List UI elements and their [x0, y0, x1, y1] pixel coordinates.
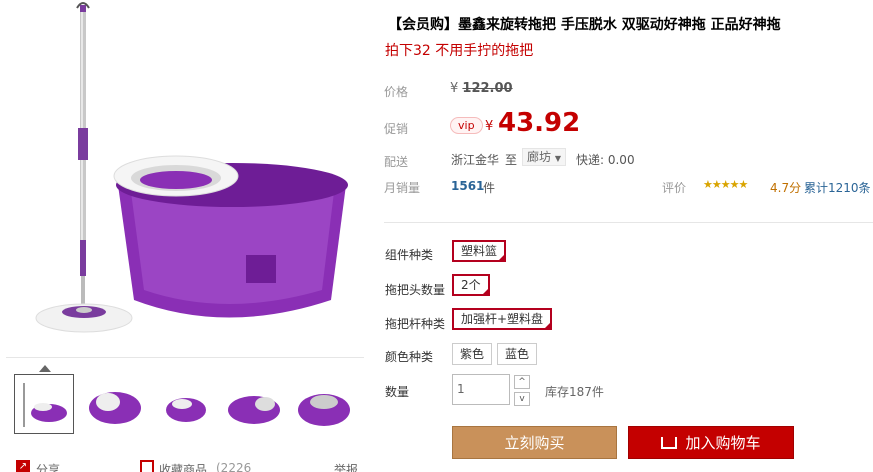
quantity-increase-button[interactable]: ^: [514, 375, 530, 389]
original-price: ¥ 122.00: [450, 81, 513, 96]
product-subtitle: 拍下32 不用手拧的拖把: [385, 43, 534, 59]
spin-mop-bucket-illustration: [35, 2, 348, 333]
quantity-label: 数量: [385, 385, 410, 399]
divider: [384, 222, 873, 223]
cart-icon: [661, 437, 678, 449]
rating-score: 4.7分: [770, 181, 802, 195]
favorite-link[interactable]: 收藏商品: [159, 461, 207, 472]
price-panel: 价格 ¥ 122.00 促销 vip ¥ 43.92 配送 浙江金华 至 廊坊 …: [372, 68, 873, 220]
product-page: ↗ 分享 收藏商品 (2226 举报 【会员购】墨鑫来旋转拖把 手压脱水 双驱动…: [0, 0, 873, 472]
buy-now-label: 立刻购买: [504, 434, 565, 452]
report-link[interactable]: 举报: [334, 461, 358, 472]
color-type-label: 颜色种类: [385, 350, 434, 364]
option-mophead-2[interactable]: 2个: [452, 274, 490, 296]
stock-count: 库存187件: [545, 385, 604, 399]
destination-select[interactable]: 廊坊 ▼: [522, 148, 566, 166]
price-label: 价格: [384, 85, 409, 99]
thumbnail-2[interactable]: [86, 374, 146, 434]
review-count-link[interactable]: 累计1210条: [804, 179, 871, 196]
mophead-count-label: 拖把头数量: [385, 283, 446, 297]
share-link[interactable]: 分享: [36, 461, 60, 472]
rating-label: 评价: [662, 181, 687, 195]
quantity-input[interactable]: 1: [452, 374, 510, 405]
product-title: 【会员购】墨鑫来旋转拖把 手压脱水 双驱动好神拖 正品好神拖: [388, 17, 781, 33]
delivery-to: 至: [505, 153, 518, 167]
quantity-decrease-button[interactable]: v: [514, 392, 530, 406]
add-to-cart-button[interactable]: 加入购物车: [628, 426, 794, 459]
gallery-actions: ↗ 分享 收藏商品 (2226 举报: [6, 458, 364, 472]
thumbnail-5[interactable]: [294, 374, 354, 434]
rating-stars-icon: ★★★★★: [703, 178, 748, 191]
promo-price: 43.92: [498, 108, 581, 138]
share-icon[interactable]: ↗: [16, 460, 30, 472]
option-color-purple[interactable]: 紫色: [452, 343, 493, 365]
monthly-sales-count: 1561: [451, 179, 485, 193]
currency-symbol: ¥: [450, 81, 459, 96]
monthly-sales-label: 月销量: [384, 181, 421, 195]
shipping-fee: 快递: 0.00: [576, 153, 635, 167]
delivery-label: 配送: [384, 155, 409, 169]
monthly-sales-unit: 件: [483, 181, 496, 195]
original-price-value: 122.00: [462, 81, 513, 96]
thumb-pointer: [39, 365, 51, 372]
thumbnail-4[interactable]: [225, 374, 285, 434]
add-to-cart-label: 加入购物车: [685, 434, 761, 452]
destination-value: 廊坊: [527, 150, 552, 164]
vip-badge: vip: [450, 117, 483, 134]
promo-label: 促销: [384, 122, 409, 136]
pole-type-label: 拖把杆种类: [385, 317, 446, 331]
option-color-blue[interactable]: 蓝色: [497, 343, 538, 365]
chevron-down-icon: ▼: [554, 154, 561, 163]
favorite-icon[interactable]: [140, 460, 154, 472]
delivery-origin: 浙江金华: [451, 153, 500, 167]
option-component-plastic-basket[interactable]: 塑料篮: [452, 240, 507, 262]
favorite-count: (2226: [216, 461, 252, 472]
thumbnail-3[interactable]: [156, 374, 216, 434]
promo-currency-symbol: ¥: [485, 119, 494, 134]
main-product-image[interactable]: [6, 0, 364, 358]
option-pole-reinforced[interactable]: 加强杆+塑料盘: [452, 308, 553, 330]
product-gallery: ↗ 分享 收藏商品 (2226 举报: [0, 0, 368, 472]
thumbnail-1[interactable]: [14, 374, 74, 434]
component-type-label: 组件种类: [385, 248, 434, 262]
buy-now-button[interactable]: 立刻购买: [452, 426, 617, 459]
